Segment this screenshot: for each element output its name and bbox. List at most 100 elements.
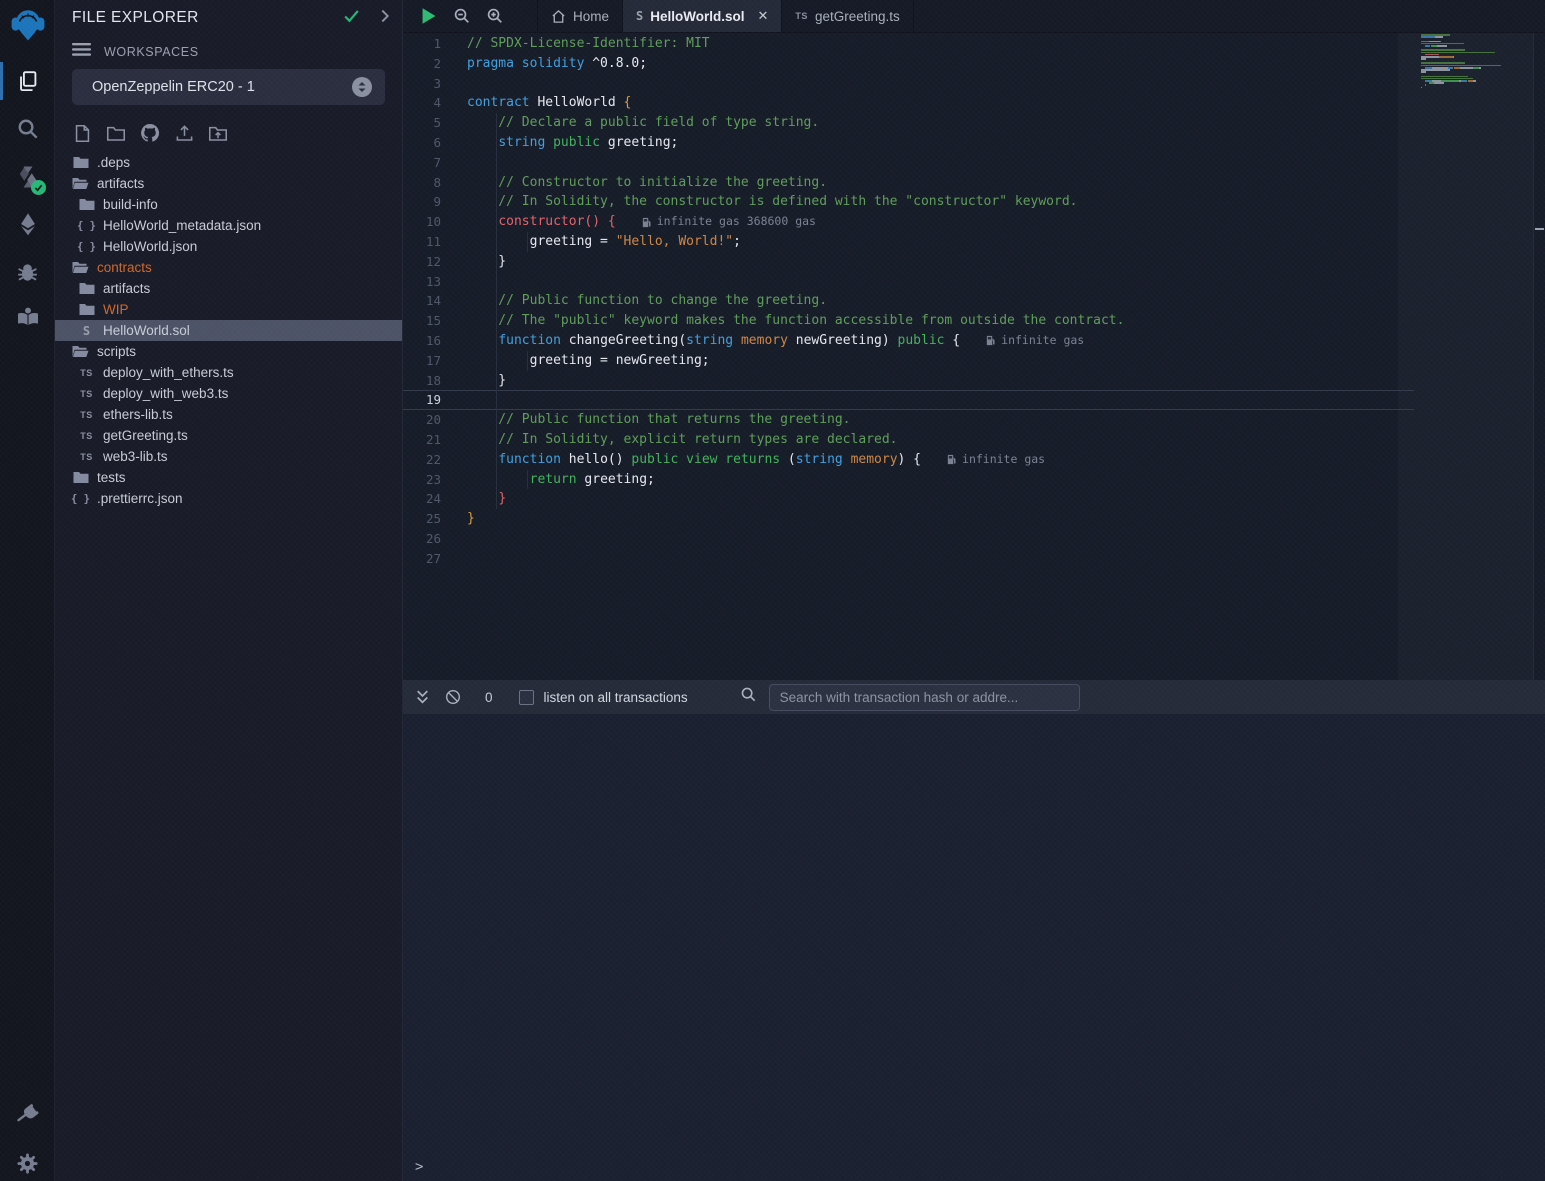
- sidebar-item-learneth[interactable]: [0, 295, 55, 339]
- tree-item-artifacts[interactable]: artifacts: [55, 278, 402, 299]
- code-line-19: 19: [403, 390, 1414, 410]
- indent-guide: [527, 351, 528, 371]
- new-folder-button[interactable]: [103, 122, 129, 144]
- check-icon: [34, 183, 43, 192]
- tree-item-helloworld-sol[interactable]: SHelloWorld.sol: [55, 320, 402, 341]
- sidebar-item-search[interactable]: [0, 107, 55, 151]
- code-line-1: 1// SPDX-License-Identifier: MIT: [403, 34, 1414, 54]
- line-number: 26: [403, 529, 467, 549]
- gas-pump-icon: [986, 335, 996, 346]
- code-text: // Public function that returns the gree…: [467, 410, 851, 430]
- line-number: 27: [403, 549, 467, 569]
- file-explorer-panel: FILE EXPLORER WORKSPACES OpenZeppelin ER…: [55, 0, 403, 1181]
- code-line-27: 27: [403, 549, 1414, 569]
- tree-item-wip[interactable]: WIP: [55, 299, 402, 320]
- tree-item--deps[interactable]: .deps: [55, 152, 402, 173]
- code-line-22: 22 function hello() public view returns …: [403, 450, 1414, 470]
- tree-item-helloworld-metadata-json[interactable]: { }HelloWorld_metadata.json: [55, 215, 402, 236]
- line-number: 12: [403, 252, 467, 272]
- select-arrows-icon: [351, 76, 373, 98]
- code-line-7: 7: [403, 153, 1414, 173]
- remix-logo[interactable]: [0, 2, 55, 50]
- clone-github-button[interactable]: [137, 122, 163, 144]
- code-text: constructor() {: [467, 212, 616, 232]
- close-tab-icon[interactable]: ✕: [758, 8, 769, 24]
- expand-terminal-button[interactable]: [406, 689, 439, 705]
- code-line-20: 20 // Public function that returns the g…: [403, 410, 1414, 430]
- tab-getgreeting-ts[interactable]: TS getGreeting.ts: [782, 0, 913, 32]
- sidebar-item-plugin-manager[interactable]: [0, 1092, 55, 1136]
- tree-item-build-info[interactable]: build-info: [55, 194, 402, 215]
- code-line-12: 12 }: [403, 252, 1414, 272]
- zoom-in-button[interactable]: [478, 0, 511, 32]
- folder-open-icon: [72, 177, 89, 190]
- tab-label: Home: [573, 9, 609, 24]
- tab-label: getGreeting.ts: [815, 9, 900, 24]
- indent-guide: [496, 450, 497, 470]
- play-icon: [421, 7, 437, 25]
- terminal-content[interactable]: >: [403, 714, 1545, 1181]
- sidebar-item-deploy-run[interactable]: [0, 202, 55, 246]
- tree-item-artifacts[interactable]: artifacts: [55, 173, 402, 194]
- workspace-select[interactable]: OpenZeppelin ERC20 - 1: [72, 69, 385, 105]
- sidebar-item-solidity-compiler[interactable]: [0, 155, 55, 199]
- tree-item-helloworld-json[interactable]: { }HelloWorld.json: [55, 236, 402, 257]
- indent-guide: [496, 470, 497, 490]
- tree-item-label: ethers-lib.ts: [103, 407, 173, 422]
- overview-ruler[interactable]: [1533, 33, 1545, 680]
- indent-guide: [496, 331, 497, 351]
- home-icon: [551, 9, 566, 24]
- line-number: 22: [403, 450, 467, 470]
- collapse-panel-button[interactable]: [380, 9, 390, 28]
- line-number: 14: [403, 291, 467, 311]
- tree-item-web3-lib-ts[interactable]: TSweb3-lib.ts: [55, 446, 402, 467]
- gas-pump-icon: [642, 217, 652, 228]
- terminal-bar: 0 listen on all transactions: [403, 680, 1545, 714]
- tab-label: HelloWorld.sol: [650, 9, 744, 24]
- upload-folder-button[interactable]: [205, 122, 231, 144]
- run-script-button[interactable]: [412, 0, 445, 32]
- folder-closed-icon: [79, 198, 95, 211]
- upload-file-button[interactable]: [171, 122, 197, 144]
- tree-item-deploy-with-web3-ts[interactable]: TSdeploy_with_web3.ts: [55, 383, 402, 404]
- sidebar-item-debugger[interactable]: [0, 250, 55, 294]
- terminal-search-input[interactable]: [769, 684, 1080, 711]
- tree-item-label: deploy_with_web3.ts: [103, 386, 228, 401]
- indent-guide: [496, 272, 497, 292]
- indent-guide: [496, 371, 497, 391]
- new-folder-icon: [106, 125, 126, 142]
- tab-helloworld-sol[interactable]: S HelloWorld.sol ✕: [623, 0, 782, 32]
- file-explorer-toolbar: [69, 122, 231, 144]
- minimap[interactable]: [1421, 34, 1521, 93]
- line-number: 8: [403, 173, 467, 193]
- code-editor[interactable]: 1// SPDX-License-Identifier: MIT2pragma …: [403, 33, 1545, 680]
- code-line-4: 4contract HelloWorld {: [403, 93, 1414, 113]
- code-line-11: 11 greeting = "Hello, World!";: [403, 232, 1414, 252]
- ethereum-icon: [17, 212, 39, 236]
- tree-item-scripts[interactable]: scripts: [55, 341, 402, 362]
- line-number: 2: [403, 54, 467, 74]
- workspace-ok-button[interactable]: [343, 9, 360, 28]
- tree-item-getgreeting-ts[interactable]: TSgetGreeting.ts: [55, 425, 402, 446]
- tab-home[interactable]: Home: [537, 0, 623, 32]
- zoom-out-button[interactable]: [445, 0, 478, 32]
- hamburger-icon: [72, 43, 91, 56]
- typescript-file-icon: TS: [80, 410, 93, 420]
- tree-item-ethers-lib-ts[interactable]: TS ethers-lib.ts: [55, 404, 402, 425]
- new-file-button[interactable]: [69, 122, 95, 144]
- listen-transactions-checkbox[interactable]: [519, 690, 534, 705]
- line-number: 6: [403, 133, 467, 153]
- workspaces-menu-button[interactable]: [72, 43, 91, 61]
- line-number: 25: [403, 509, 467, 529]
- tree-item-deploy-with-ethers-ts[interactable]: TSdeploy_with_ethers.ts: [55, 362, 402, 383]
- tree-item--prettierrc-json[interactable]: { }.prettierrc.json: [55, 488, 402, 509]
- sidebar-item-file-explorer[interactable]: [0, 59, 55, 103]
- tree-item-contracts[interactable]: contracts: [55, 257, 402, 278]
- panel-title: FILE EXPLORER: [72, 9, 343, 27]
- tree-item-tests[interactable]: tests: [55, 467, 402, 488]
- minimap-track: [1398, 33, 1533, 680]
- folder-open-icon: [72, 261, 89, 274]
- indent-guide: [527, 470, 528, 490]
- clear-console-button[interactable]: [439, 689, 467, 705]
- sidebar-item-settings[interactable]: [0, 1141, 55, 1181]
